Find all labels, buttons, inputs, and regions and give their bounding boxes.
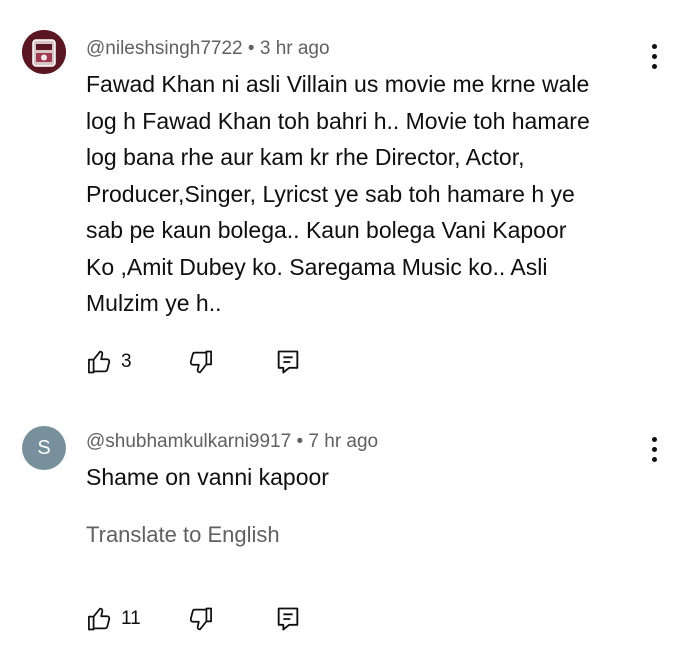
comment-text-line: Shame on vanni kapoor (86, 464, 329, 490)
like-count: 11 (121, 608, 141, 629)
avatar-letter: S (37, 437, 51, 459)
dislike-button[interactable] (186, 605, 216, 635)
meta-separator: • (296, 431, 304, 452)
comment-time: 7 hr ago (308, 431, 379, 452)
avatar[interactable]: S (22, 426, 66, 470)
reply-icon (277, 607, 299, 631)
translate-link[interactable]: Translate to English (86, 522, 280, 548)
like-button[interactable]: 11 (86, 605, 156, 635)
comment-actions: 11 (86, 605, 346, 635)
comment-2: S @shubhamkulkarni9917 • 7 hr ago Shame … (0, 0, 696, 668)
reply-button[interactable] (274, 605, 304, 635)
thumb-down-icon (189, 607, 212, 631)
thumb-up-icon (88, 607, 111, 631)
comment-text: Shame on vanni kapoor (86, 459, 646, 496)
comment-username[interactable]: @shubhamkulkarni9917 (86, 431, 291, 452)
comment-meta: @shubhamkulkarni9917 • 7 hr ago (86, 431, 378, 453)
